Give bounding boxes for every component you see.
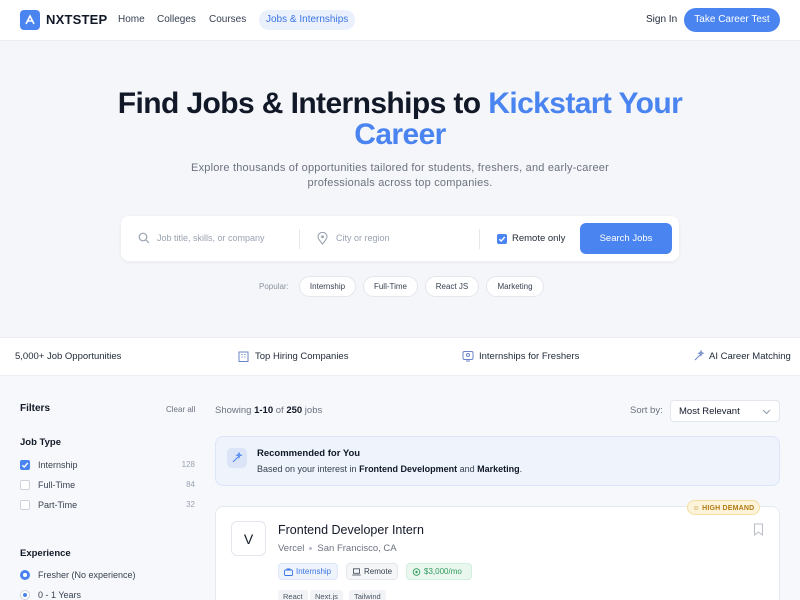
sort-select-value: Most Relevant [679,406,740,417]
check-icon [498,236,506,243]
features-strip: 5,000+ Job Opportunities Top Hiring Comp… [0,337,800,376]
clear-all-filters-link[interactable]: Clear all [166,405,195,414]
sort-by-label: Sort by: [630,405,663,416]
feature-internships-freshers: Internships for Freshers [479,351,580,362]
experience-0-1-radio[interactable] [20,590,30,600]
job-search-input[interactable]: Job title, skills, or company [157,233,265,243]
nav-link-colleges[interactable]: Colleges [157,14,196,25]
search-bar: Job title, skills, or company City or re… [121,216,679,261]
salary-tag-label: $3,000/mo [424,567,462,576]
company-logo: V [231,521,266,556]
location-pin-icon [317,232,328,245]
recommendation-icon-box [227,448,247,468]
recommendation-text-suffix: . [519,464,523,474]
recommendation-text-middle: and [457,464,478,474]
results-total: 250 [286,405,303,416]
recommendation-text-prefix: Based on your interest in [257,464,360,474]
feature-ai-career-matching: AI Career Matching [709,351,791,362]
high-demand-badge-label: HIGH DEMAND [702,505,755,512]
skill-tag: React [278,590,308,600]
job-type-count: 84 [186,480,195,489]
remote-only-checkbox[interactable] [497,234,507,244]
experience-fresher-radio[interactable] [20,570,30,580]
search-jobs-button[interactable]: Search Jobs [580,223,672,254]
results-count-middle: of [273,405,287,416]
nav-link-jobs-internships[interactable]: Jobs & Internships [259,10,356,30]
job-type-tag: Internship [278,563,338,580]
recommendation-interest: Marketing [477,464,520,474]
top-nav: NXTSTEP Home Colleges Courses Jobs & Int… [0,0,800,41]
popular-tag-marketing[interactable]: Marketing [486,276,544,297]
recommendation-title: Recommended for You [257,448,361,459]
job-type-label[interactable]: Internship [38,460,78,470]
job-type-internship-checkbox[interactable] [20,460,30,470]
id-card-icon [462,351,474,362]
job-type-label[interactable]: Part-Time [38,500,77,510]
brand-name[interactable]: NXTSTEP [46,12,107,27]
sign-in-link[interactable]: Sign In [646,14,677,25]
search-icon [138,232,150,244]
briefcase-icon [284,568,293,576]
results-count-suffix: jobs [302,405,323,416]
hero-title-accent: Kickstart Your [488,87,683,120]
check-icon [21,462,29,469]
job-title[interactable]: Frontend Developer Intern [278,523,424,537]
experience-label[interactable]: 0 - 1 Years [38,590,81,600]
building-icon [238,351,249,362]
job-meta: Vercel San Francisco, CA [278,543,397,554]
job-type-count: 128 [181,460,195,469]
feature-top-hiring-companies: Top Hiring Companies [255,351,349,362]
popular-tag-full-time[interactable]: Full-Time [363,276,418,297]
take-career-test-button[interactable]: Take Career Test [684,8,780,32]
job-type-label[interactable]: Full-Time [38,480,75,490]
results-range: 1-10 [254,405,274,416]
experience-heading: Experience [20,548,71,559]
popular-tag-react-js[interactable]: React JS [425,276,479,297]
feature-job-opportunities: 5,000+ Job Opportunities [15,351,122,362]
laptop-icon [352,568,361,576]
search-divider [299,229,300,249]
sparkle-icon [232,452,243,463]
hero-title-main: Find Jobs & Internships to [117,87,489,120]
money-icon [412,568,421,576]
company-name[interactable]: Vercel [278,543,304,554]
hero-title: Find Jobs & Internships to Kickstart You… [0,88,800,150]
brand-logo-icon[interactable] [20,10,40,30]
hero-title-accent-2: Career [354,118,446,151]
popular-tag-internship[interactable]: Internship [299,276,356,297]
location-input[interactable]: City or region [336,233,390,243]
work-mode-tag-label: Remote [364,567,393,576]
skill-tag: Next.js [310,590,343,600]
nav-link-courses[interactable]: Courses [209,14,246,25]
results-count-prefix: Showing [215,405,255,416]
search-divider [479,229,480,249]
job-location: San Francisco, CA [317,543,397,554]
experience-label[interactable]: Fresher (No experience) [38,570,136,580]
job-type-tag-label: Internship [296,567,332,576]
hero-subtitle: Explore thousands of opportunities tailo… [191,162,609,189]
bookmark-icon[interactable] [753,523,764,536]
job-type-count: 32 [186,500,195,509]
nav-link-home[interactable]: Home [118,14,145,25]
fire-icon: ☺ [692,505,700,512]
work-mode-tag: Remote [346,563,398,580]
salary-tag: $3,000/mo [406,563,472,580]
popular-label: Popular: [259,282,289,291]
sort-select[interactable]: Most Relevant [670,400,780,422]
job-type-full-time-checkbox[interactable] [20,480,30,490]
skill-tag: Tailwind [349,590,386,600]
meta-separator [309,546,313,550]
recommendation-banner: Recommended for You Based on your intere… [215,436,780,486]
job-type-heading: Job Type [20,437,61,448]
remote-only-label[interactable]: Remote only [512,233,565,244]
filters-title: Filters [20,403,51,414]
chevron-down-icon [762,409,771,415]
job-type-part-time-checkbox[interactable] [20,500,30,510]
high-demand-badge: ☺ HIGH DEMAND [687,500,760,515]
recommendation-interest: Frontend Development [359,464,458,474]
recommendation-text: Based on your interest in Frontend Devel… [257,464,522,474]
sparkle-icon [694,350,705,361]
results-count: Showing 1-10 of 250 jobs [215,405,322,416]
